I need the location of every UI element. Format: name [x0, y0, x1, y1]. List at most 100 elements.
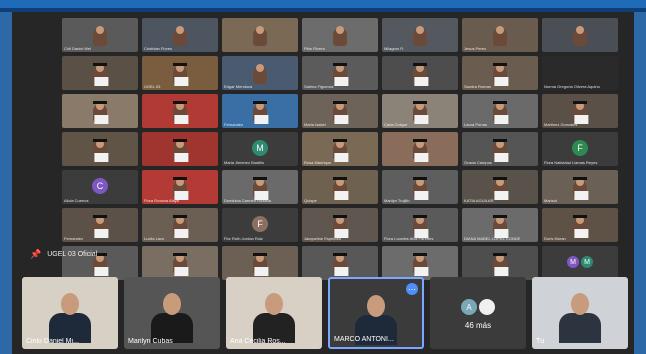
graduation-cap-icon — [333, 101, 347, 104]
participant-tile[interactable]: KATIA AGUILAR — [462, 170, 538, 204]
more-options-icon[interactable]: ⋯ — [406, 283, 418, 295]
participant-name: Ana Cecilia Ros... — [230, 338, 286, 345]
participant-name: Rosa Manrique — [304, 160, 332, 165]
participant-tile[interactable]: Jesus Perez — [462, 18, 538, 52]
participant-video — [256, 64, 264, 72]
participant-video — [416, 26, 424, 34]
graduation-cap-icon — [173, 63, 187, 66]
participant-tile[interactable]: Carla Colque — [382, 94, 458, 128]
participant-tile[interactable]: Jacqueline Espinoza — [302, 208, 378, 242]
diploma-icon — [414, 77, 429, 86]
graduation-cap-icon — [333, 215, 347, 218]
graduation-cap-icon — [333, 253, 347, 256]
graduation-cap-icon — [173, 215, 187, 218]
participant-tile[interactable] — [382, 132, 458, 166]
participant-tile[interactable]: F Flora Natividad Llamas Reyes — [542, 132, 618, 166]
right-frame — [634, 12, 646, 354]
participant-avatar: F — [572, 140, 588, 157]
participant-tile[interactable]: Gracia Campos — [462, 132, 538, 166]
graduation-cap-icon — [413, 63, 427, 66]
graduation-cap-icon — [493, 101, 507, 104]
featured-participant-tile[interactable]: Marilyn Cubas — [124, 277, 220, 349]
participant-tile[interactable]: Martinez Gonzales — [542, 94, 618, 128]
participant-tile[interactable]: MM — [542, 246, 618, 280]
participant-tile[interactable] — [62, 132, 138, 166]
participant-tile[interactable]: M Maria Jimenez Bustillo — [222, 132, 298, 166]
participant-avatar: A — [461, 299, 477, 315]
participant-tile[interactable]: Dominica Carmen Roxana — [222, 170, 298, 204]
diploma-icon — [174, 153, 189, 162]
participant-tile[interactable] — [62, 94, 138, 128]
participant-name: Milagros R. — [384, 46, 405, 51]
participant-tile[interactable]: Cristhian Flores — [142, 18, 218, 52]
participant-tile[interactable]: Edgar Mendoza — [222, 56, 298, 90]
participant-tile[interactable]: Laura Porras — [462, 94, 538, 128]
more-participants-tile[interactable]: A 46 más — [430, 277, 526, 349]
participant-video — [336, 26, 344, 34]
diploma-icon — [174, 115, 189, 124]
participant-video — [176, 26, 184, 34]
participant-grid: Ciril Daniel Mel Cristhian Flores Pilar Ri… — [62, 18, 618, 280]
participant-tile[interactable] — [382, 246, 458, 280]
participant-name: Carla Colque — [384, 122, 408, 127]
participant-tile[interactable] — [382, 56, 458, 90]
participant-name: Marisol — [544, 198, 557, 203]
participant-name: Jesus Perez — [464, 46, 487, 51]
participant-tile[interactable]: Maria Isabel — [302, 94, 378, 128]
participant-tile[interactable]: Sabina Figueroa — [302, 56, 378, 90]
graduation-cap-icon — [413, 177, 427, 180]
participant-tile[interactable] — [222, 18, 298, 52]
participant-tile[interactable]: Milagros R. — [382, 18, 458, 52]
participant-avatar: M — [581, 256, 593, 269]
participant-tile[interactable]: Marilyn Trujillo — [382, 170, 458, 204]
participant-tile[interactable] — [62, 56, 138, 90]
participant-tile[interactable]: Marisol — [542, 170, 618, 204]
featured-participants-row: Cirilo Daniel Mi... Marilyn Cubas Ana Ceci… — [22, 277, 628, 349]
participant-tile[interactable]: Norma Gregoria Olivera Aquino — [542, 56, 618, 90]
pin-icon[interactable]: 📌 — [30, 249, 41, 260]
participant-name: Maria Jimenez Bustillo — [224, 160, 265, 165]
featured-participant-tile[interactable]: Cirilo Daniel Mi... — [22, 277, 118, 349]
pinned-participant-label: UGEL 03 Oficial — [47, 251, 98, 258]
pinned-participant[interactable]: 📌 UGEL 03 Oficial — [30, 249, 97, 260]
participant-tile[interactable]: C Alicia Cuenca — [62, 170, 138, 204]
participant-tile[interactable]: Lucila Lazo — [142, 208, 218, 242]
participant-name: Pilar Rivera — [304, 46, 325, 51]
participant-tile[interactable] — [142, 246, 218, 280]
participant-tile[interactable]: Ciril Daniel Mel — [62, 18, 138, 52]
participant-tile[interactable] — [302, 246, 378, 280]
participant-tile[interactable] — [222, 246, 298, 280]
diploma-icon — [94, 267, 109, 276]
diploma-icon — [254, 267, 269, 276]
featured-participant-tile[interactable]: Tú — [532, 277, 628, 349]
participant-tile[interactable]: Fernandez — [222, 94, 298, 128]
participant-tile[interactable] — [462, 246, 538, 280]
participant-name: Lucila Lazo — [144, 236, 165, 241]
participant-tile[interactable]: Rosa Manrique — [302, 132, 378, 166]
graduation-cap-icon — [413, 101, 427, 104]
participant-tile[interactable]: Quispe — [302, 170, 378, 204]
participant-name: Sabina Figueroa — [304, 84, 334, 89]
featured-participant-tile[interactable]: MARCO ANTONI... ⋯ — [328, 277, 424, 349]
participant-tile[interactable] — [542, 18, 618, 52]
diploma-icon — [94, 115, 109, 124]
participant-tile[interactable]: Doris Moran — [542, 208, 618, 242]
participant-tile[interactable]: Pilar Rivera — [302, 18, 378, 52]
participant-name: Norma Gregoria Olivera Aquino — [544, 84, 600, 89]
diploma-icon — [414, 153, 429, 162]
participant-tile[interactable]: Fernandez — [62, 208, 138, 242]
participant-name: Marilyn Trujillo — [384, 198, 410, 203]
participant-tile[interactable] — [142, 132, 218, 166]
participant-tile[interactable]: UGEL 03 — [142, 56, 218, 90]
participant-name: Alicia Cuenca — [64, 198, 89, 203]
participant-tile[interactable] — [142, 94, 218, 128]
participant-tile[interactable]: Flora Lourdes Alva Paredes — [382, 208, 458, 242]
participant-tile[interactable]: F Flor Ruth Jordan Ruiz — [222, 208, 298, 242]
participant-tile[interactable]: DIANA MABEL LOPEZ CONDE — [462, 208, 538, 242]
participant-tile[interactable]: Flora Roxana Alaya — [142, 170, 218, 204]
participant-tile[interactable]: Sandra Roman — [462, 56, 538, 90]
participant-video — [367, 295, 385, 317]
featured-participant-tile[interactable]: Ana Cecilia Ros... — [226, 277, 322, 349]
graduation-cap-icon — [333, 177, 347, 180]
participant-name: Quispe — [304, 198, 317, 203]
